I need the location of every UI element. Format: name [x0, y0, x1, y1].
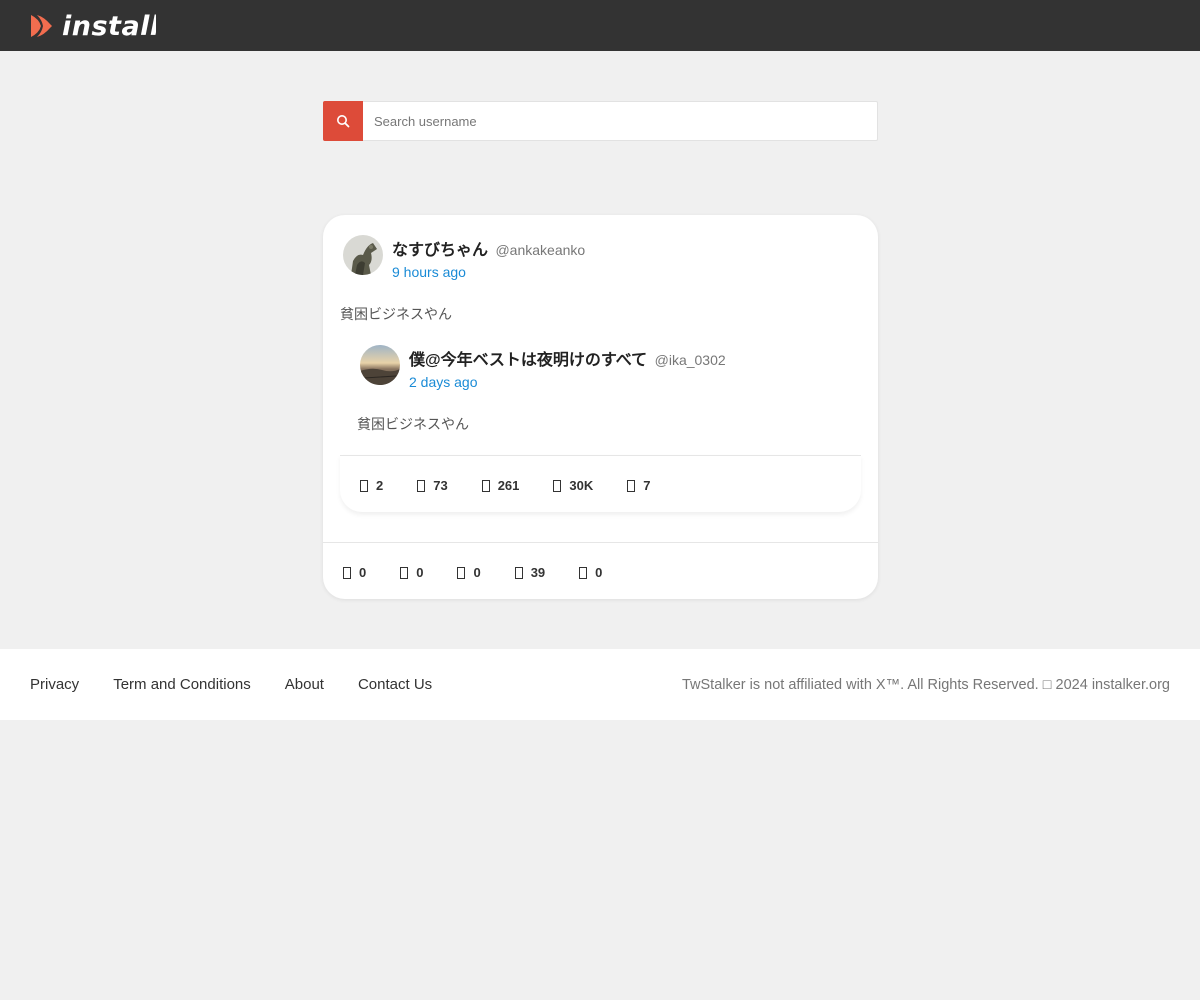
footer-links: Privacy Term and Conditions About Contac… — [30, 676, 466, 693]
top-navbar: instalker — [0, 0, 1200, 51]
post-stats: 0 0 0 39 0 — [343, 565, 602, 580]
quoted-divider — [340, 455, 861, 456]
post-card: なすびちゃん @ankakeanko 9 hours ago 貧困ビジネスやん … — [323, 215, 878, 599]
quoted-author-display-name[interactable]: 僕@今年ベストは夜明けのすべて — [409, 352, 647, 369]
site-logo[interactable]: instalker — [28, 10, 156, 42]
author-display-name[interactable]: なすびちゃん — [392, 242, 488, 259]
quoted-author-handle[interactable]: @ika_0302 — [655, 352, 726, 368]
bookmark-icon — [627, 479, 636, 492]
quoted-bookmark-count[interactable]: 7 — [627, 478, 651, 493]
retweet-count[interactable]: 0 — [400, 565, 423, 580]
logo-mark-icon — [31, 15, 52, 37]
retweet-icon — [400, 566, 409, 579]
heart-icon — [457, 566, 466, 579]
chart-icon — [553, 479, 562, 492]
search-bar — [323, 101, 878, 141]
footer: Privacy Term and Conditions About Contac… — [0, 649, 1200, 720]
copyright-text: TwStalker is not affiliated with X™. All… — [681, 677, 1170, 693]
quoted-author-line: 僕@今年ベストは夜明けのすべて @ika_0302 — [409, 346, 726, 370]
chart-icon — [514, 566, 523, 579]
quoted-stats: 2 73 261 30K 7 — [360, 478, 651, 493]
search-icon — [337, 115, 350, 128]
post-time[interactable]: 9 hours ago — [392, 264, 466, 280]
footer-link-privacy[interactable]: Privacy — [30, 676, 79, 693]
logo-text: instalker — [62, 10, 156, 42]
comment-icon — [343, 566, 351, 579]
author-handle[interactable]: @ankakeanko — [495, 242, 585, 258]
heart-icon — [481, 479, 490, 492]
quoted-like-count[interactable]: 261 — [481, 478, 519, 493]
footer-link-terms[interactable]: Term and Conditions — [113, 676, 251, 693]
retweet-icon — [417, 479, 426, 492]
quoted-reply-count[interactable]: 2 — [360, 478, 383, 493]
comment-icon — [360, 479, 368, 492]
search-button[interactable] — [323, 101, 363, 141]
post-divider — [323, 542, 878, 543]
search-input[interactable] — [363, 102, 877, 140]
reply-count[interactable]: 0 — [343, 565, 366, 580]
footer-link-about[interactable]: About — [285, 676, 324, 693]
bookmark-count[interactable]: 0 — [579, 565, 602, 580]
post-text: 貧困ビジネスやん — [340, 306, 452, 322]
quoted-post-time[interactable]: 2 days ago — [409, 374, 478, 390]
quoted-author-avatar[interactable] — [360, 345, 400, 385]
quoted-retweet-count[interactable]: 73 — [417, 478, 448, 493]
bookmark-icon — [579, 566, 588, 579]
author-avatar[interactable] — [343, 235, 383, 275]
author-line: なすびちゃん @ankakeanko — [392, 236, 585, 260]
quoted-post-text: 貧困ビジネスやん — [357, 416, 469, 432]
footer-link-contact[interactable]: Contact Us — [358, 676, 432, 693]
like-count[interactable]: 0 — [457, 565, 481, 580]
quoted-view-count[interactable]: 30K — [553, 478, 593, 493]
view-count[interactable]: 39 — [514, 565, 545, 580]
